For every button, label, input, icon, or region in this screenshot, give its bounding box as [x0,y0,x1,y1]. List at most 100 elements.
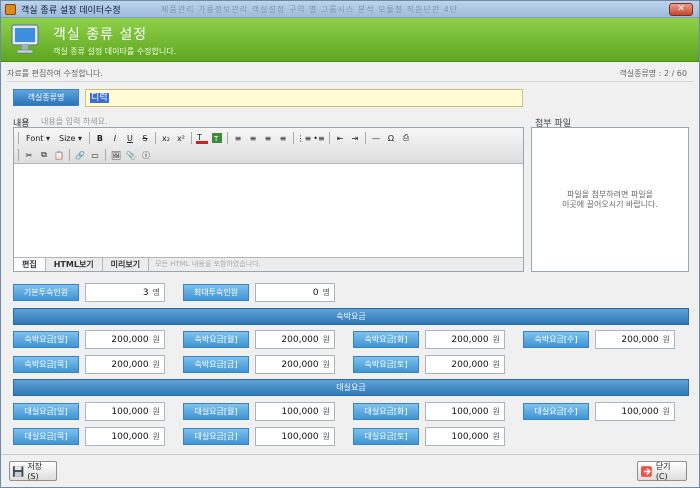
page-header: 객실 종류 설정 객실 종류 설정 데이타를 수정합니다. [1,18,699,62]
rental-rate-value: 100,000 [111,407,149,417]
stay-rate-value: 200,000 [451,360,489,370]
horizontal-rule-button[interactable]: — [369,131,383,145]
superscript-button[interactable]: x² [174,131,188,145]
rental-rate-input[interactable]: 100,000 원 [85,402,165,421]
stay-rate-input[interactable]: 200,000 원 [85,355,165,374]
stay-rate-input[interactable]: 200,000 원 [425,355,505,374]
strikethrough-icon: S [142,133,148,143]
text-color-button[interactable]: T [195,131,209,145]
paste-icon[interactable]: 📋 [52,148,66,162]
italic-label: I [113,133,117,143]
tab-html[interactable]: HTML보기 [46,258,103,271]
window-title: 객실 종류 설정 데이터수정 [21,6,121,16]
attach-icon[interactable]: 📎 [124,148,138,162]
tab-edit[interactable]: 편집 [14,258,46,271]
unordered-list-button[interactable]: •≡ [312,131,326,145]
stay-rates-section-header: 숙박요금 [13,308,689,325]
copy-icon[interactable]: ⧉ [37,148,51,162]
base-occupancy-input[interactable]: 3명 [85,283,165,302]
title-bar: 객실 종류 설정 데이터수정 제품관리 가용정보관리 객실설정 구역 별 그룹시… [1,1,699,18]
max-occupancy-unit: 명 [322,288,330,297]
stay-rate-label: 숙박요금[수] [523,331,589,348]
stay-rate-input[interactable]: 200,000 원 [595,330,675,349]
attachment-dropzone[interactable]: 파일을 첨부하려면 파일을 이곳에 끌어오시기 바랍니다. [531,127,689,272]
ordered-list-button[interactable]: ⋮≡ [297,131,312,145]
toolbar-separator [190,132,192,144]
rental-rate-input[interactable]: 100,000 원 [255,402,335,421]
info-icon[interactable]: ⓘ [139,148,153,162]
rental-rate-input[interactable]: 100,000 원 [425,427,505,446]
font-dropdown[interactable]: Font ▾ [22,131,54,145]
rental-rate-label: 대실요금[수] [523,403,589,420]
toolbar-separator [292,132,294,144]
rental-rate-input[interactable]: 100,000 원 [595,402,675,421]
rental-rate-value: 100,000 [621,407,659,417]
toolbar-grip [18,149,19,161]
tab-preview[interactable]: 미리보기 [103,258,150,271]
rental-rate-value: 100,000 [281,407,319,417]
link-icon[interactable]: 🔗 [73,148,87,162]
underline-label: U [127,133,133,143]
max-occupancy-input[interactable]: 0명 [255,283,335,302]
base-occupancy-label: 기본투숙인원 [13,284,79,301]
rental-rate-unit: 원 [322,432,330,441]
align-right-button[interactable]: ≡ [261,131,275,145]
omega-label: Ω [387,133,395,143]
background-color-button[interactable]: T [210,131,224,145]
align-left-button[interactable]: ≡ [231,131,245,145]
rental-rate-input[interactable]: 100,000 원 [85,427,165,446]
print-icon[interactable]: ⎙ [399,131,413,145]
main-window: 객실 종류 설정 데이터수정 제품관리 가용정보관리 객실설정 구역 별 그룹시… [0,0,700,488]
window-close-button[interactable]: ✕ [669,3,693,16]
stay-rate-value: 200,000 [281,360,319,370]
italic-button[interactable]: I [108,131,122,145]
close-button[interactable]: 닫기(C) [637,461,687,481]
stay-rate-input[interactable]: 200,000 원 [255,355,335,374]
stay-rate-input[interactable]: 200,000 원 [255,330,335,349]
rental-rate-unit: 원 [492,407,500,416]
toolbar-separator [69,149,70,161]
toolbar-grip [18,132,19,144]
align-justify-button[interactable]: ≡ [276,131,290,145]
rental-rate-unit: 원 [152,432,160,441]
bold-button[interactable]: B [93,131,107,145]
underline-button[interactable]: U [123,131,137,145]
outdent-button[interactable]: ⇤ [333,131,347,145]
stay-rate-unit: 원 [492,335,500,344]
size-dropdown[interactable]: Size ▾ [55,131,86,145]
toolbar-separator [105,149,106,161]
image-icon[interactable]: 🖼 [109,148,123,162]
stay-rate-unit: 원 [662,335,670,344]
editor-mode-tabs: 편집 HTML보기 미리보기 모든 HTML 내용을 포함하였습니다. [14,257,523,271]
room-type-name-input[interactable]: 디럭 [85,89,523,107]
special-char-button[interactable]: Ω [384,131,398,145]
indent-button[interactable]: ⇥ [348,131,362,145]
save-button[interactable]: 저장(S) [9,461,57,481]
attachment-hint: 파일을 첨부하려면 파일을 이곳에 끌어오시기 바랍니다. [562,190,658,210]
app-icon [5,4,16,15]
cut-icon[interactable]: ✂ [22,148,36,162]
rental-rate-value: 100,000 [111,432,149,442]
subscript-button[interactable]: x₂ [159,131,173,145]
rental-rate-label: 대실요금[월] [183,403,249,420]
attachment-hint-line2: 이곳에 끌어오시기 바랍니다. [562,199,658,209]
text-color-icon: T [195,133,208,144]
rental-rate-label: 대실요금[토] [353,428,419,445]
status-line: 자료를 편집하여 수정합니다. 객실종류명 : 2 / 60 [7,68,693,80]
stay-rate-label: 숙박요금[일] [13,331,79,348]
box-icon[interactable]: ▭ [88,148,102,162]
stay-rate-unit: 원 [322,360,330,369]
editor-content-area[interactable] [14,164,523,257]
stay-rate-input[interactable]: 200,000 원 [425,330,505,349]
align-center-button[interactable]: ≡ [246,131,260,145]
rental-rate-value: 100,000 [451,432,489,442]
stay-rate-input[interactable]: 200,000 원 [85,330,165,349]
stay-rate-label: 숙박요금[금] [183,356,249,373]
status-right: 객실종류명 : 2 / 60 [619,69,687,78]
editor-toolbar: Font ▾ Size ▾ B I U S x₂ x² T T ≡ ≡ ≡ ≡ … [14,128,523,164]
rental-rate-input[interactable]: 100,000 원 [425,402,505,421]
strikethrough-button[interactable]: S [138,131,152,145]
rental-rate-input[interactable]: 100,000 원 [255,427,335,446]
subscript-label: x₂ [161,133,170,143]
bold-label: B [96,133,104,143]
